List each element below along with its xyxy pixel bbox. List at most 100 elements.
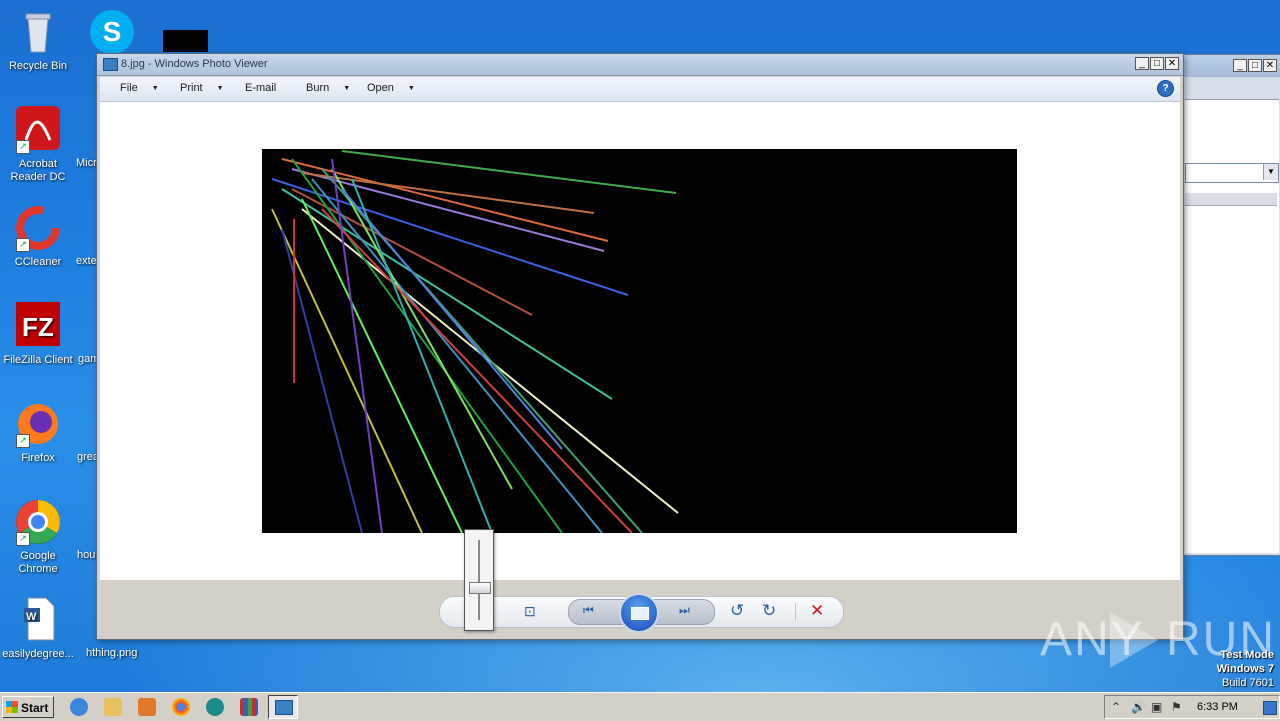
- slideshow-button[interactable]: [619, 593, 659, 633]
- network-icon[interactable]: ▣: [1151, 700, 1162, 714]
- chrome-icon: ↗: [14, 498, 62, 546]
- taskbar: Start ⌃ 🔊 ▣ ⚑ 6:33 PM: [0, 692, 1280, 721]
- acrobat-icon: ↗: [14, 106, 62, 154]
- desktop-icon-ccleaner[interactable]: ↗ CCleaner: [0, 204, 76, 269]
- desktop-icon-recycle-bin[interactable]: Recycle Bin: [0, 8, 76, 73]
- rotate-right-button[interactable]: ↻: [762, 601, 776, 621]
- control-bar: ⊡ ⏮ ⏭ ↺ ↻ ✕: [439, 593, 844, 633]
- desktop-icon-label: Recycle Bin: [8, 60, 68, 72]
- photo-viewer-icon: [275, 700, 293, 715]
- show-desktop-button[interactable]: [1263, 701, 1277, 715]
- header-strip: [1185, 193, 1277, 206]
- menu-file[interactable]: File ▼: [120, 82, 159, 94]
- desktop-icon-label: easilydegree...: [2, 648, 74, 660]
- menu-open[interactable]: Open ▼: [367, 82, 415, 94]
- taskbar-photo-viewer[interactable]: [268, 695, 298, 719]
- menu-label: File: [120, 82, 138, 94]
- next-button[interactable]: ⏭: [679, 603, 690, 618]
- shortcut-arrow-icon: ↗: [16, 140, 30, 154]
- black-square-icon: [163, 30, 208, 52]
- clock[interactable]: 6:33 PM: [1197, 701, 1238, 713]
- shortcut-arrow-icon: ↗: [16, 434, 30, 448]
- displayed-photo: [262, 149, 1017, 533]
- maximize-button[interactable]: □: [1150, 57, 1164, 70]
- zoom-slider-thumb[interactable]: [469, 582, 491, 594]
- desktop-icon-label: hou: [77, 549, 96, 561]
- winrar-icon[interactable]: [240, 698, 258, 716]
- background-window-titlebar[interactable]: _ □ ✕: [1183, 55, 1280, 77]
- volume-icon[interactable]: 🔊: [1131, 700, 1146, 714]
- menu-bar: File ▼ Print ▼ E-mail Burn ▼ Open ▼ ?: [100, 77, 1180, 102]
- dropdown-field[interactable]: ▼: [1185, 163, 1279, 183]
- close-button[interactable]: ✕: [1263, 59, 1277, 72]
- window-title: 8.jpg - Windows Photo Viewer: [121, 58, 268, 70]
- close-button[interactable]: ✕: [1165, 57, 1179, 70]
- test-mode-label: Test Mode: [1220, 649, 1274, 661]
- previous-button[interactable]: ⏮: [583, 603, 594, 618]
- menu-label: Open: [367, 82, 394, 94]
- zoom-slider-track[interactable]: [478, 540, 480, 620]
- build-label: Build 7601: [1222, 677, 1274, 689]
- delete-button[interactable]: ✕: [810, 601, 824, 621]
- photo-artwork: [271, 150, 679, 533]
- word-doc-icon: W: [14, 596, 62, 644]
- shortcut-arrow-icon: ↗: [16, 238, 30, 252]
- desktop-icon-label: Firefox: [21, 452, 55, 464]
- desktop-icon-label: Acrobat Reader DC: [10, 158, 66, 183]
- menu-print[interactable]: Print ▼: [180, 82, 224, 94]
- shortcut-arrow-icon: ↗: [16, 532, 30, 546]
- desktop-icon-acrobat[interactable]: ↗ Acrobat Reader DC: [0, 106, 76, 184]
- ie-icon[interactable]: [70, 698, 88, 716]
- system-tray: ⌃ 🔊 ▣ ⚑ 6:33 PM: [1104, 695, 1280, 719]
- menu-label: Burn: [306, 82, 330, 94]
- minimize-button[interactable]: _: [1135, 57, 1149, 70]
- help-icon[interactable]: ?: [1157, 80, 1174, 97]
- desktop-icon-label: CCleaner: [14, 256, 62, 268]
- desktop-icon-label: exte: [76, 255, 97, 267]
- chevron-down-icon: ▼: [216, 84, 224, 92]
- desktop-icon-word-doc[interactable]: W easilydegree...: [0, 596, 76, 661]
- chevron-down-icon[interactable]: ▼: [1263, 164, 1278, 180]
- rotate-left-button[interactable]: ↺: [730, 601, 744, 621]
- menu-label: E-mail: [245, 82, 277, 94]
- chevron-down-icon: ▼: [407, 84, 415, 92]
- chevron-down-icon: ▼: [151, 84, 159, 92]
- minimize-button[interactable]: _: [1233, 59, 1247, 72]
- desktop-icon-firefox[interactable]: ↗ Firefox: [0, 400, 76, 465]
- desktop-icon-label: hthing.png: [86, 647, 138, 659]
- firefox-icon: ↗: [14, 400, 62, 448]
- desktop-icon-skype[interactable]: S: [90, 10, 134, 54]
- watermark-play-icon: [1110, 612, 1158, 668]
- svg-text:W: W: [26, 611, 37, 623]
- show-hidden-icons[interactable]: ⌃: [1111, 700, 1121, 714]
- media-player-icon[interactable]: [138, 698, 156, 716]
- svg-text:FZ: FZ: [22, 312, 54, 342]
- start-label: Start: [21, 701, 49, 715]
- desktop-icon-chrome[interactable]: ↗ Google Chrome: [0, 498, 76, 576]
- start-button[interactable]: Start: [2, 696, 54, 718]
- recycle-bin-icon: [14, 8, 62, 56]
- os-info: Test Mode Windows 7 Build 7601: [1217, 648, 1274, 690]
- actual-size-icon[interactable]: ⊡: [524, 603, 536, 620]
- maximize-button[interactable]: □: [1248, 59, 1262, 72]
- image-viewport[interactable]: [100, 102, 1180, 580]
- chrome-taskbar-icon[interactable]: [172, 698, 190, 716]
- desktop-icon-filezilla[interactable]: FZ FileZilla Client: [0, 302, 76, 367]
- photo-viewer-window[interactable]: 8.jpg - Windows Photo Viewer _ □ ✕ File ▼…: [96, 53, 1184, 640]
- slideshow-icon: [631, 607, 649, 620]
- action-center-flag-icon[interactable]: ⚑: [1171, 700, 1182, 714]
- desktop-icon-label: FileZilla Client: [3, 354, 73, 366]
- menu-email[interactable]: E-mail: [245, 82, 276, 94]
- window-titlebar[interactable]: 8.jpg - Windows Photo Viewer _ □ ✕: [97, 54, 1183, 76]
- os-version-label: Windows 7: [1216, 663, 1274, 675]
- playback-controls: ⊡ ⏮ ⏭ ↺ ↻ ✕: [100, 580, 1180, 636]
- ccleaner-icon: ↗: [14, 204, 62, 252]
- filezilla-icon: FZ: [14, 302, 62, 350]
- menu-label: Print: [180, 82, 203, 94]
- background-window[interactable]: _ □ ✕ ▼: [1182, 54, 1280, 556]
- explorer-icon[interactable]: [104, 698, 122, 716]
- edge-icon[interactable]: [206, 698, 224, 716]
- menu-burn[interactable]: Burn ▼: [306, 82, 350, 94]
- zoom-slider-popup[interactable]: [464, 529, 494, 631]
- photo-viewer-app-icon: [103, 58, 118, 71]
